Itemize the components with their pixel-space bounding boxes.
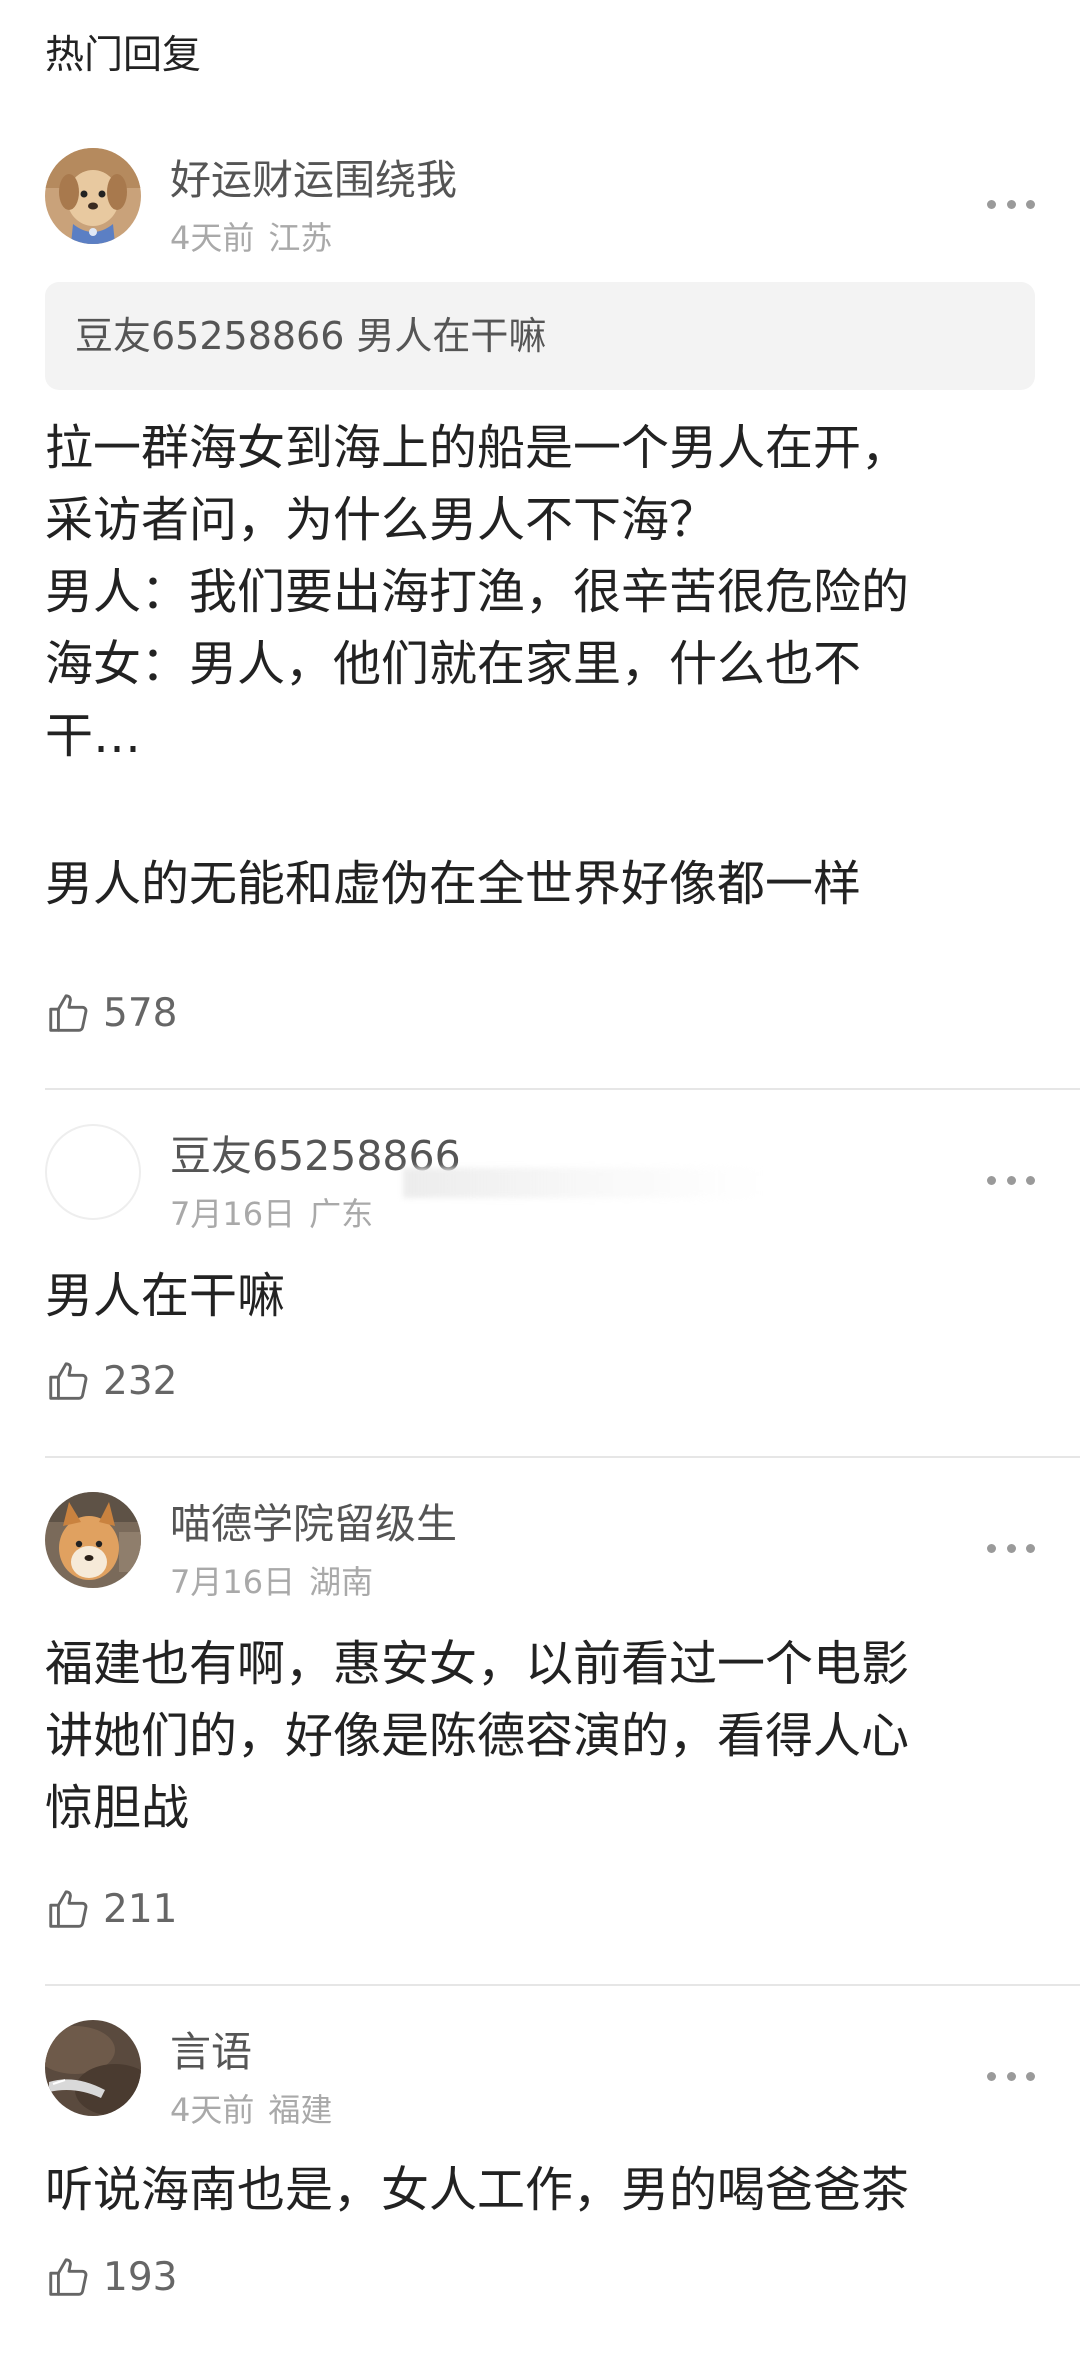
comment-meta: 7月16日 广东 [170, 1192, 373, 1236]
post-time: 4天前 [170, 2091, 255, 2129]
comment-body: 拉一群海女到海上的船是一个男人在开， 采访者问，为什么男人不下海？ 男人：我们要… [45, 412, 1045, 920]
hot-replies-page: 热门回复 好运财运围绕我 4天前 江苏 豆友65258866 男人在干嘛 拉一群… [0, 0, 1080, 2366]
post-time: 7月16日 [170, 1563, 296, 1601]
post-location: 广东 [309, 1195, 374, 1233]
quoted-reply[interactable]: 豆友65258866 男人在干嘛 [45, 282, 1035, 390]
avatar[interactable] [45, 1124, 141, 1220]
comment-meta: 4天前 江苏 [170, 216, 332, 260]
more-dots-icon [987, 1543, 996, 1553]
thumbs-up-icon [49, 2258, 88, 2296]
divider [45, 1984, 1080, 1986]
comment-meta: 4天前 福建 [170, 2088, 332, 2132]
thumbs-up-icon [49, 1890, 88, 1928]
avatar[interactable] [45, 1492, 141, 1588]
thumbs-up-icon [49, 1362, 88, 1400]
username[interactable]: 好运财运围绕我 [170, 152, 457, 208]
comment-body: 男人在干嘛 [45, 1260, 1045, 1332]
divider [45, 1456, 1080, 1458]
like-button[interactable]: 193 [45, 2254, 177, 2300]
post-location: 湖南 [309, 1563, 374, 1601]
more-options-button[interactable] [987, 1536, 1035, 1560]
thumbs-up-icon [49, 994, 88, 1032]
comment-line: 福建也有啊，惠安女，以前看过一个电影 [45, 1636, 910, 1692]
like-button[interactable]: 232 [45, 1358, 177, 1404]
comment-line: 拉一群海女到海上的船是一个男人在开， [45, 420, 910, 476]
like-button[interactable]: 578 [45, 990, 177, 1036]
more-options-button[interactable] [987, 2064, 1035, 2088]
comment-line: 采访者问，为什么男人不下海？ [45, 492, 718, 548]
more-dots-icon [987, 2071, 996, 2081]
shiba-avatar-icon [45, 1492, 141, 1588]
comment-blank-line [45, 772, 1045, 844]
divider [45, 1088, 1080, 1090]
more-options-button[interactable] [987, 1168, 1035, 1192]
username[interactable]: 喵德学院留级生 [170, 1496, 457, 1552]
username[interactable]: 言语 [170, 2024, 252, 2080]
comment-body: 听说海南也是，女人工作，男的喝爸爸茶 [45, 2154, 1045, 2226]
more-dots-icon [987, 1175, 996, 1185]
like-count: 211 [103, 1886, 178, 1932]
comment-line: 男人的无能和虚伪在全世界好像都一样 [45, 856, 862, 912]
comment-line: 干… [45, 708, 142, 764]
comment-line: 听说海南也是，女人工作，男的喝爸爸茶 [45, 2162, 910, 2218]
avatar[interactable] [45, 148, 141, 244]
post-time: 4天前 [170, 219, 255, 257]
post-location: 福建 [268, 2091, 333, 2129]
comment-meta: 7月16日 湖南 [170, 1560, 373, 1604]
comment-line: 海女：男人，他们就在家里，什么也不 [45, 636, 862, 692]
post-time: 7月16日 [170, 1195, 296, 1233]
post-location: 江苏 [268, 219, 333, 257]
more-dots-icon [987, 199, 996, 209]
like-button[interactable]: 211 [45, 1886, 177, 1932]
landscape-avatar-icon [45, 2020, 141, 2116]
comment-line: 男人：我们要出海打渔，很辛苦很危险的 [45, 564, 910, 620]
comment-line: 男人在干嘛 [45, 1268, 286, 1324]
like-count: 578 [103, 990, 178, 1036]
comment-body: 福建也有啊，惠安女，以前看过一个电影 讲她们的，好像是陈德容演的，看得人心 惊胆… [45, 1628, 1045, 1844]
like-count: 232 [103, 1358, 178, 1404]
comment-line: 惊胆战 [45, 1780, 190, 1836]
redaction-blur [403, 1168, 763, 1198]
avatar[interactable] [45, 2020, 141, 2116]
quoted-text: 男人在干嘛 [356, 314, 547, 358]
quoted-username: 豆友65258866 [75, 314, 345, 358]
comment-line: 讲她们的，好像是陈德容演的，看得人心 [45, 1708, 910, 1764]
puppy-avatar-icon [45, 148, 141, 244]
like-count: 193 [103, 2254, 178, 2300]
more-options-button[interactable] [987, 192, 1035, 216]
section-title: 热门回复 [45, 33, 202, 78]
